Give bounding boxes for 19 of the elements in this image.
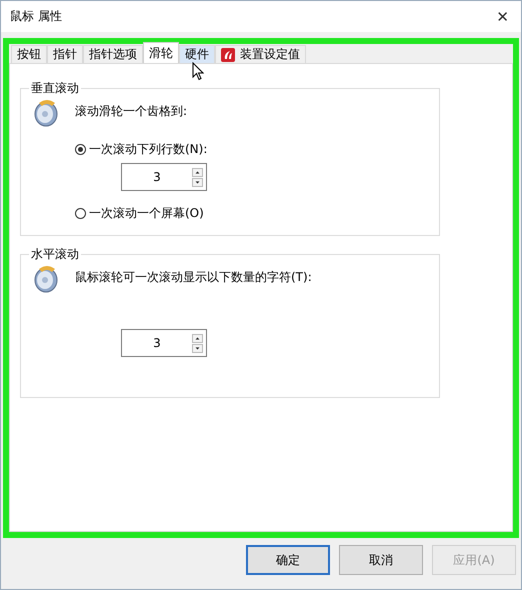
window-title: 鼠标 属性 — [10, 8, 62, 25]
group-title: 垂直滚动 — [30, 80, 80, 97]
prompt-label: 鼠标滚轮可一次滚动显示以下数量的字符(T): — [75, 268, 312, 286]
number-spinner[interactable]: 3 — [121, 329, 207, 357]
tab[interactable]: 按钮 — [11, 45, 47, 63]
spinner-value: 3 — [152, 169, 162, 186]
tab[interactable]: 滑轮 — [143, 42, 179, 63]
radio-label[interactable]: 一次滚动一个屏幕(O) — [89, 205, 204, 222]
group-title: 水平滚动 — [30, 246, 80, 263]
tab[interactable]: 指针 — [47, 45, 83, 63]
number-spinner[interactable]: 3 — [121, 163, 207, 191]
dialog-button[interactable]: 确定 — [246, 545, 330, 575]
dialog-button[interactable]: 取消 — [339, 545, 423, 575]
prompt-label: 滚动滑轮一个齿格到: — [75, 102, 188, 120]
radio-label[interactable]: 一次滚动下列行数(N): — [89, 141, 208, 158]
tab[interactable]: 装置设定值 — [215, 45, 306, 63]
tab[interactable]: 指针选项 — [83, 45, 143, 63]
spinner-value: 3 — [152, 335, 162, 352]
close-button[interactable]: ✕ — [492, 8, 513, 26]
